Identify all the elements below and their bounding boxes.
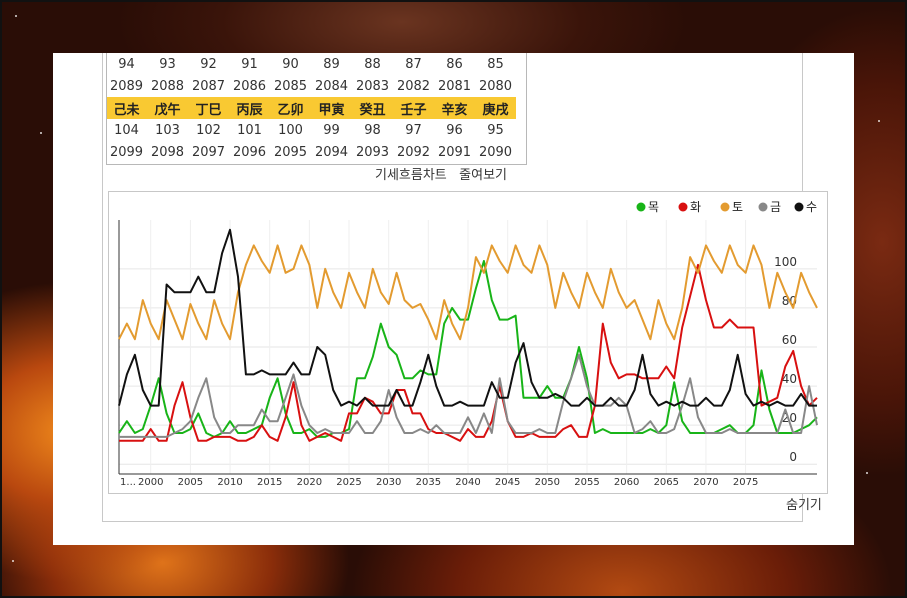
year-table-row: 2099 2098 2097 2096 2095 2094 2093 2092 2091 2090	[106, 141, 516, 163]
year-table-cell: 2084	[314, 78, 349, 94]
star	[866, 472, 868, 474]
year-table-cell: 丁巳	[188, 97, 229, 119]
year-table-cell: 99	[323, 122, 340, 138]
year-table-cell: 2097	[191, 144, 226, 160]
year-table-cell: 2099	[109, 144, 144, 160]
year-table-cell: 94	[118, 56, 135, 72]
legend-label: 수	[806, 200, 817, 214]
year-table-cell: 丙辰	[229, 97, 270, 119]
year-table-cell: 2092	[396, 144, 431, 160]
year-table-cell: 96	[446, 122, 463, 138]
year-table-cell: 2098	[150, 144, 185, 160]
year-table-row: 104 103 102 101 100 99 98 97 96 95	[106, 119, 516, 141]
year-table-cell: 2086	[232, 78, 267, 94]
year-table-cell: 辛亥	[434, 97, 475, 119]
year-table-cell: 104	[114, 122, 139, 138]
legend-label: 금	[770, 200, 781, 214]
year-table-cell: 乙卯	[270, 97, 311, 119]
year-table-cell: 88	[364, 56, 381, 72]
y-tick-label: 0	[789, 450, 797, 464]
y-tick-label: 100	[774, 255, 797, 269]
year-pillar-table: 94 93 92 91 90 89 88 87 86 85 2089 2088 2087 2086 2085…	[106, 53, 516, 163]
x-tick-label: 2040	[455, 477, 480, 488]
year-table-cell: 97	[405, 122, 422, 138]
chart-links: 기세흐름차트 줄여보기	[375, 164, 507, 183]
year-table-cell: 庚戌	[475, 97, 516, 119]
year-table-cell: 2083	[355, 78, 390, 94]
x-tick-label: 2030	[376, 477, 401, 488]
year-table-row: 94 93 92 91 90 89 88 87 86 85	[106, 53, 516, 75]
year-table-cell: 93	[159, 56, 176, 72]
year-table-cell: 89	[323, 56, 340, 72]
collapse-link[interactable]: 줄여보기	[459, 168, 507, 183]
year-table-row: 2089 2088 2087 2086 2085 2084 2083 2082 2081 2080	[106, 75, 516, 97]
year-table-cell: 2091	[437, 144, 472, 160]
x-tick-label: 1...	[120, 477, 136, 488]
legend-marker	[636, 202, 646, 212]
x-tick-label: 2070	[693, 477, 718, 488]
year-table-cell: 103	[155, 122, 180, 138]
x-tick-label: 2015	[257, 477, 282, 488]
x-tick-label: 2035	[416, 477, 441, 488]
x-tick-label: 2020	[297, 477, 322, 488]
chart-container: 0 20 40 60 80 100 1... 2000 2005 2010 2015 2020 2025…	[108, 191, 828, 494]
year-table-cell: 2087	[191, 78, 226, 94]
year-table-cell: 86	[446, 56, 463, 72]
legend-marker	[758, 202, 768, 212]
year-table-cell: 2090	[478, 144, 513, 160]
legend-marker	[720, 202, 730, 212]
year-table-cell: 2095	[273, 144, 308, 160]
year-table-cell: 戊午	[147, 97, 188, 119]
year-table-row: 己未 戊午 丁巳 丙辰 乙卯 甲寅 癸丑 壬子 辛亥 庚戌	[106, 97, 516, 119]
legend-label: 토	[732, 200, 743, 214]
year-table-cell: 87	[405, 56, 422, 72]
star	[878, 120, 880, 122]
year-table-cell: 壬子	[393, 97, 434, 119]
year-table-cell: 100	[278, 122, 303, 138]
year-table-cell: 癸丑	[352, 97, 393, 119]
year-table-cell: 2093	[355, 144, 390, 160]
x-tick-label: 2010	[217, 477, 242, 488]
year-table-cell: 2094	[314, 144, 349, 160]
x-tick-label: 2005	[178, 477, 203, 488]
star	[15, 15, 17, 17]
year-table-cell: 己未	[106, 97, 147, 119]
x-tick-label: 2060	[614, 477, 639, 488]
year-table-cell: 101	[237, 122, 262, 138]
year-table-cell: 95	[487, 122, 504, 138]
year-table-cell: 102	[196, 122, 221, 138]
x-tick-label: 2045	[495, 477, 520, 488]
legend-label: 화	[690, 200, 701, 214]
year-table-cell: 2081	[437, 78, 472, 94]
year-table-cell: 2082	[396, 78, 431, 94]
year-table-cell: 2089	[109, 78, 144, 94]
year-table-cell: 2080	[478, 78, 513, 94]
year-table-cell: 98	[364, 122, 381, 138]
legend-marker	[678, 202, 688, 212]
year-table-cell: 2085	[273, 78, 308, 94]
legend-label: 목	[648, 200, 659, 214]
x-tick-label: 2050	[535, 477, 560, 488]
x-tick-label: 2075	[733, 477, 758, 488]
year-table-cell: 91	[241, 56, 258, 72]
x-tick-label: 2000	[138, 477, 163, 488]
flow-chart-link[interactable]: 기세흐름차트	[375, 168, 447, 183]
year-table-cell: 90	[282, 56, 299, 72]
x-tick-label: 2065	[654, 477, 679, 488]
year-table-cell: 甲寅	[311, 97, 352, 119]
x-tick-label: 2025	[336, 477, 361, 488]
star	[12, 560, 14, 562]
hide-link[interactable]: 숨기기	[786, 494, 822, 513]
y-tick-label: 60	[782, 333, 797, 347]
line-chart: 0204060801001... 2000 2005 2010 2015 2020 2025…	[118, 200, 818, 488]
star	[40, 132, 42, 134]
x-tick-label: 2055	[574, 477, 599, 488]
year-table-cell: 2096	[232, 144, 267, 160]
year-table-cell: 92	[200, 56, 217, 72]
legend-marker	[794, 202, 804, 212]
year-table-cell: 85	[487, 56, 504, 72]
year-table-cell: 2088	[150, 78, 185, 94]
